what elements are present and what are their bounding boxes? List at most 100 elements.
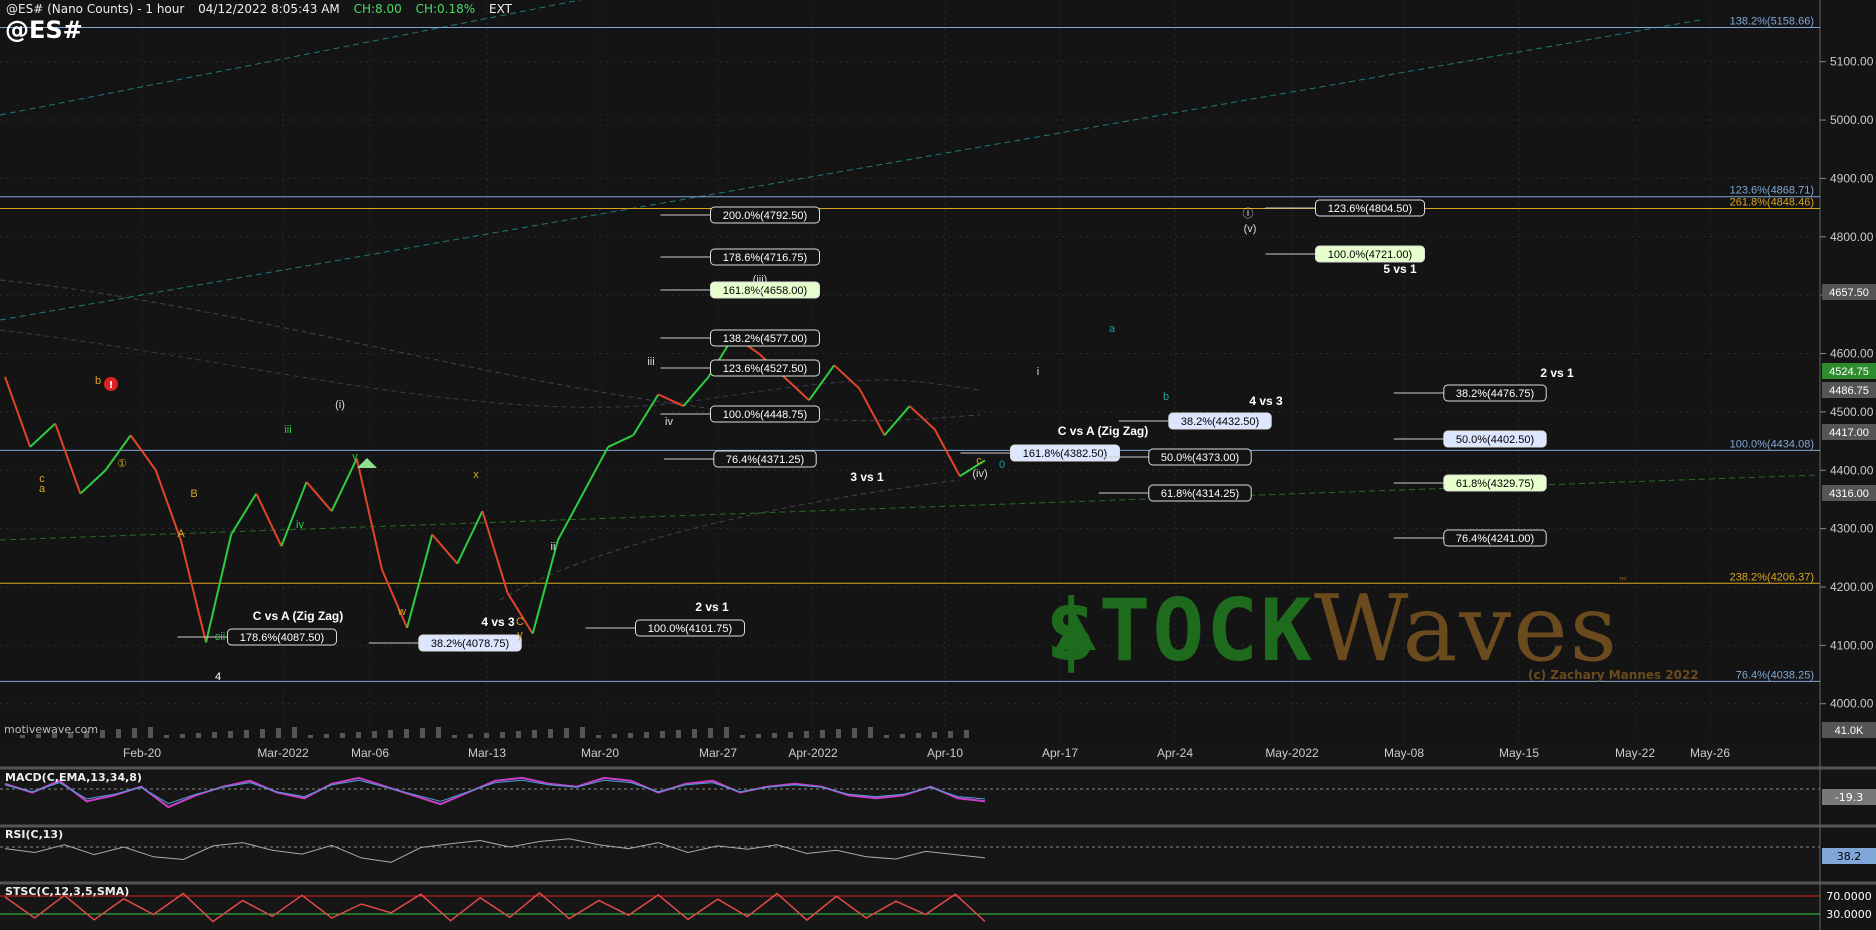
pane-bg-2 [0, 832, 1820, 883]
x-tick-label-14: May-26 [1690, 746, 1730, 760]
wave-label-23: Ⓘ [1243, 207, 1254, 220]
volume-bar-35 [580, 727, 585, 738]
volume-bar-7 [132, 728, 137, 738]
macd-title: MACD(C,EMA,13,34,8) [5, 771, 142, 784]
y-tick-label-6: 4500.00 [1830, 405, 1874, 419]
change-percent: CH:0.18% [415, 2, 476, 16]
volume-bar-28 [468, 734, 473, 738]
x-tick-label-7: Apr-10 [927, 746, 963, 760]
volume-bar-30 [500, 732, 505, 738]
volume-bar-20 [340, 733, 345, 738]
fib-box-label-8: 38.2%(4078.75) [431, 638, 509, 650]
volume-bar-24 [404, 729, 409, 738]
annotation-6: 5 vs 1 [1383, 262, 1417, 276]
x-tick-label-12: May-15 [1499, 746, 1539, 760]
price-badge-label-2: 4486.75 [1829, 385, 1869, 397]
volume-bar-38 [628, 733, 633, 738]
stockwaves-watermark: $TOCKWaves™ [1045, 575, 1628, 682]
wave-label-24: 4 [215, 671, 221, 683]
volume-bar-45 [740, 735, 745, 738]
wave-label-16: iv [665, 416, 673, 428]
wave-label-21: 0 [999, 459, 1005, 471]
stsc-lower-label: 30.0000 [1826, 908, 1872, 921]
rsi-value-label: 38.2 [1837, 850, 1862, 863]
y-tick-label-5: 4600.00 [1830, 347, 1874, 361]
y-tick-label-1: 5000.00 [1830, 113, 1874, 127]
watermark-copyright: (c) Zachary Mannes 2022 [1528, 668, 1699, 682]
volume-bar-11 [196, 733, 201, 738]
volume-bar-32 [532, 730, 537, 738]
volume-bar-29 [484, 733, 489, 738]
volume-bar-37 [612, 734, 617, 738]
wave-label-28: cii [215, 631, 225, 643]
volume-bar-54 [884, 735, 889, 738]
volume-bar-12 [212, 732, 217, 738]
volume-bar-52 [852, 728, 857, 738]
volume-bar-43 [708, 728, 713, 738]
y-tick-label-2: 4900.00 [1830, 171, 1874, 185]
wave-label-4: iii [284, 424, 291, 436]
volume-bar-58 [948, 731, 953, 738]
fib-box-label-16: 38.2%(4476.75) [1456, 388, 1534, 400]
source-label: motivewave.com [4, 723, 99, 736]
volume-bar-44 [724, 727, 729, 738]
wave-label-15: iii [647, 356, 654, 368]
fib-box-label-3: 138.2%(4577.00) [723, 333, 807, 345]
session-label: EXT [489, 2, 512, 16]
fib-box-label-11: 50.0%(4373.00) [1161, 452, 1239, 464]
x-tick-label-11: May-08 [1384, 746, 1424, 760]
fib-box-label-17: 50.0%(4402.50) [1456, 434, 1534, 446]
fib-box-label-18: 61.8%(4329.75) [1456, 478, 1534, 490]
fib-line-label-4: 238.2%(4206.37) [1730, 571, 1814, 583]
symbol-description: @ES# (Nano Counts) - 1 hour [6, 2, 185, 16]
fib-box-label-9: 100.0%(4101.75) [648, 623, 732, 635]
volume-bar-10 [180, 734, 185, 738]
volume-bar-21 [356, 732, 361, 738]
price-badge-label-1: 4524.75 [1829, 366, 1869, 378]
y-tick-label-9: 4200.00 [1830, 580, 1874, 594]
wave-label-9: y [517, 629, 523, 641]
rsi-title: RSI(C,13) [5, 828, 64, 841]
wave-label-27: C [516, 616, 524, 628]
timestamp: 04/12/2022 8:05:43 AM [198, 2, 340, 16]
volume-bar-36 [596, 735, 601, 738]
fib-line-label-1: 123.6%(4868.71) [1730, 185, 1814, 197]
stsc-upper-label: 70.0000 [1826, 890, 1872, 903]
wave-label-10: (iii) [753, 274, 768, 286]
annotation-3: 2 vs 1 [695, 600, 729, 614]
volume-bar-53 [868, 727, 873, 738]
volume-bar-18 [308, 735, 313, 738]
x-tick-label-5: Mar-27 [699, 746, 737, 760]
annotation-0: 3 vs 1 [850, 470, 884, 484]
wave-label-7: w [397, 606, 406, 618]
volume-bar-17 [292, 727, 297, 738]
wave-label-18: a [1109, 323, 1116, 335]
volume-bar-27 [452, 735, 457, 738]
fib-line-label-0: 138.2%(5158.66) [1730, 15, 1814, 27]
volume-bar-13 [228, 731, 233, 738]
y-tick-label-10: 4100.00 [1830, 638, 1874, 652]
volume-bar-19 [324, 734, 329, 738]
volume-bar-25 [420, 728, 425, 738]
annotation-7: 2 vs 1 [1540, 366, 1574, 380]
macd-value-label: -19.3 [1835, 791, 1863, 804]
watermark-waves: Waves [1313, 575, 1619, 682]
volume-bar-50 [820, 730, 825, 738]
pane-bg-3 [0, 889, 1820, 930]
wave-label-22: ① [117, 458, 127, 470]
wave-label-14: ii [551, 541, 556, 553]
price-badge-label-5: 41.0K [1835, 725, 1864, 737]
volume-bar-47 [772, 733, 777, 738]
volume-bar-31 [516, 731, 521, 738]
volume-bar-26 [436, 727, 441, 738]
fib-box-label-15: 100.0%(4721.00) [1328, 249, 1412, 261]
wave-label-5: iv [296, 519, 304, 531]
volume-bar-15 [260, 729, 265, 738]
wave-label-13: i [1037, 366, 1039, 378]
x-tick-label-2: Mar-06 [351, 746, 389, 760]
x-tick-label-9: Apr-24 [1157, 746, 1193, 760]
volume-bar-46 [756, 734, 761, 738]
watermark-tm: ™ [1618, 575, 1629, 589]
symbol-title: @ES# [5, 16, 83, 44]
pane-bg-1 [0, 775, 1820, 826]
